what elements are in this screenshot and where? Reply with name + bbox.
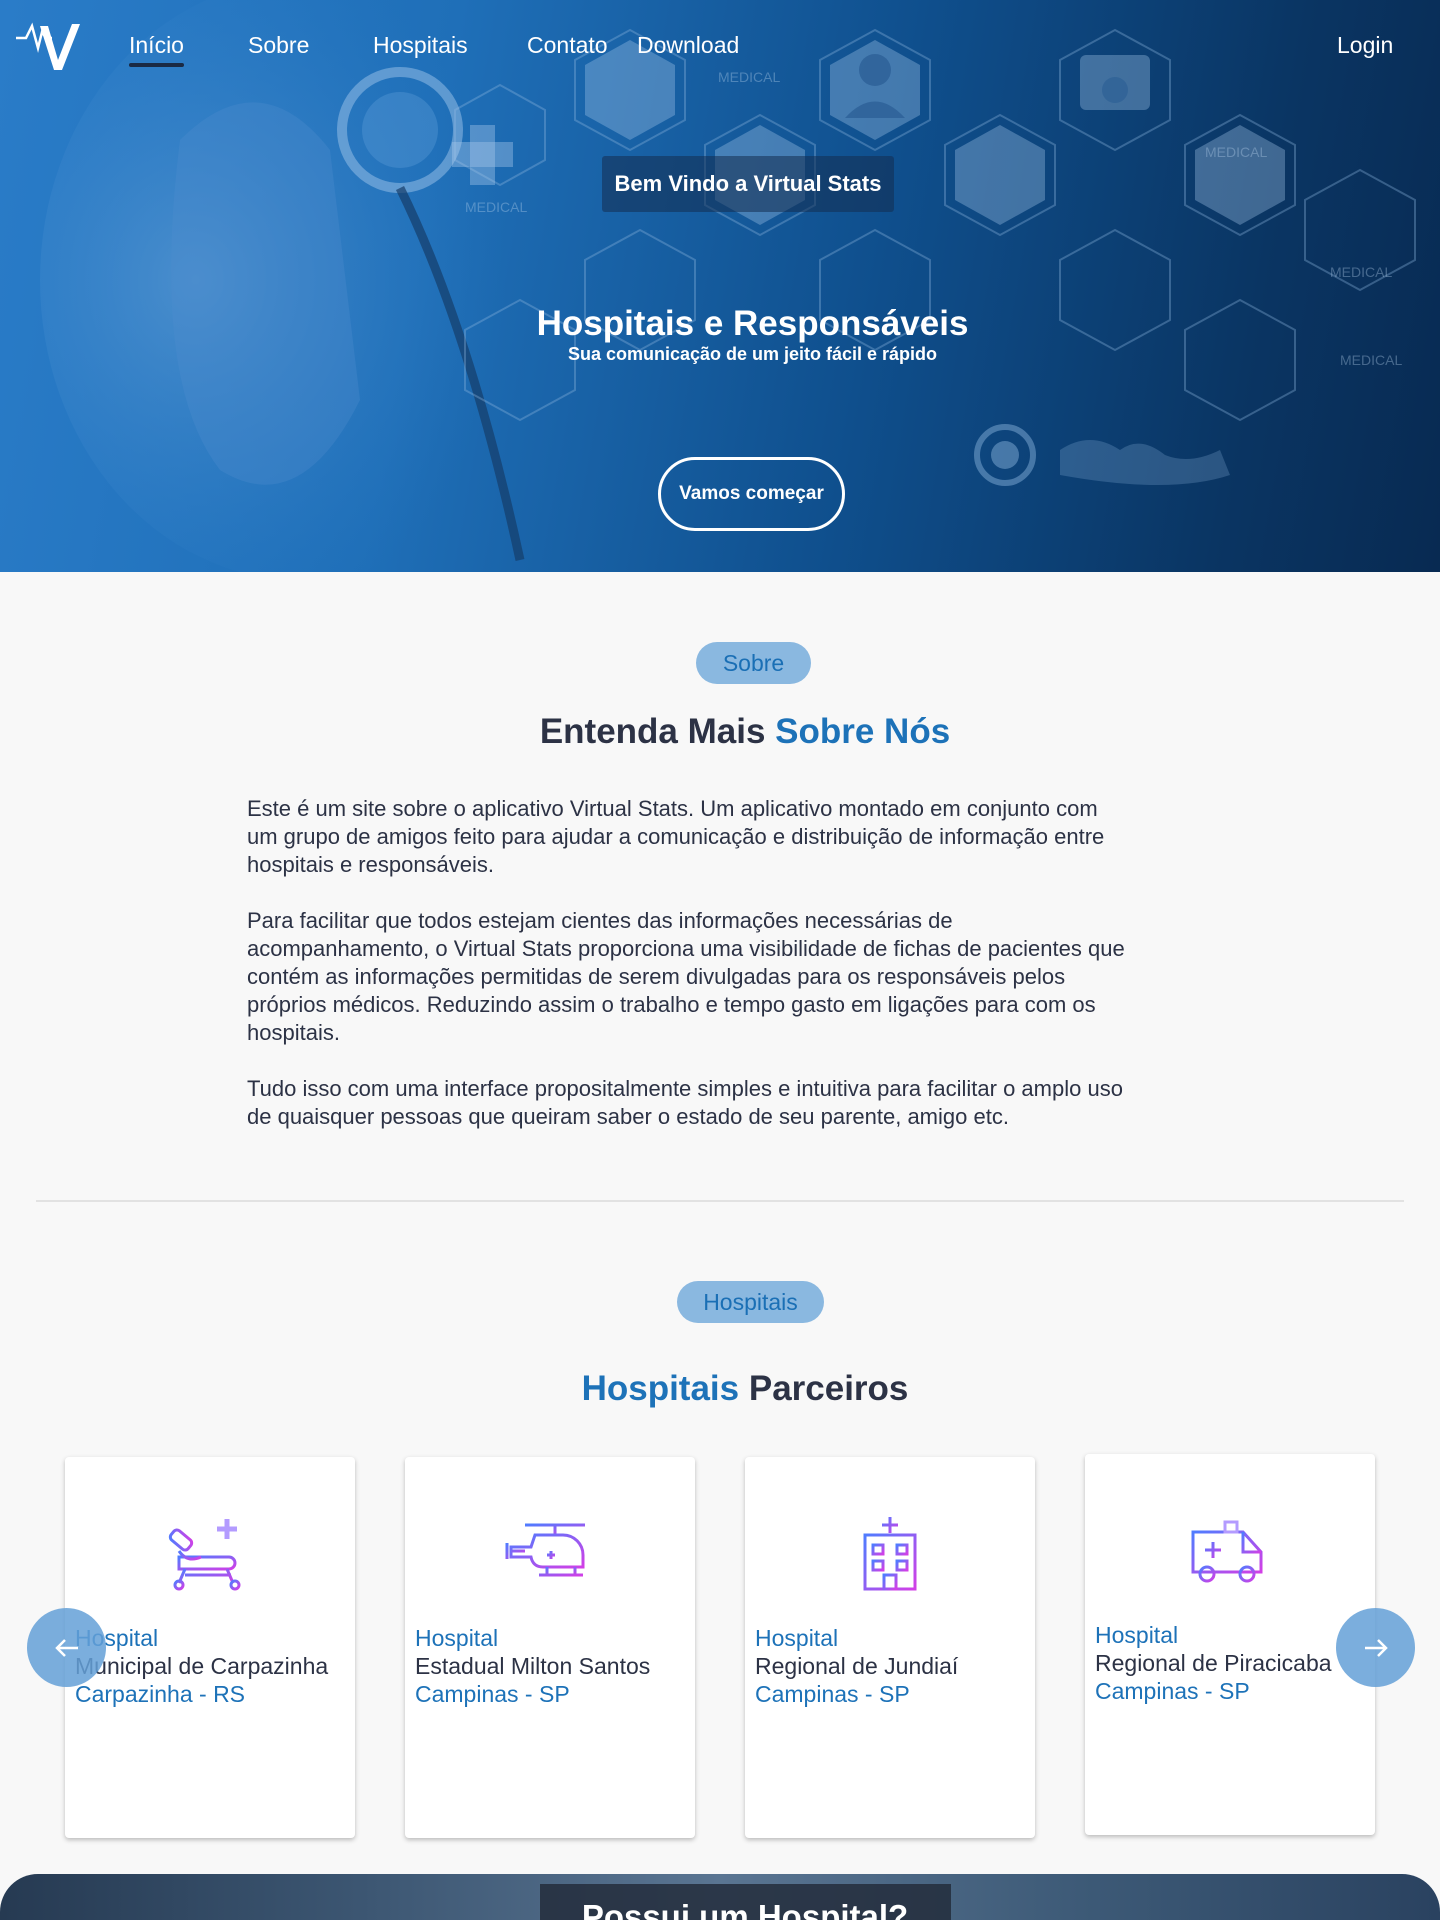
- hero-banner: MEDICAL MEDICAL MEDICAL MEDICAL MEDICAL …: [0, 0, 1440, 572]
- hospitals-title: Hospitais Parceiros: [0, 1369, 1440, 1409]
- arrow-left-icon: [54, 1638, 78, 1657]
- hospital-card[interactable]: Hospital Regional de Piracicaba Campinas…: [1085, 1454, 1375, 1835]
- svg-text:MEDICAL: MEDICAL: [465, 199, 527, 215]
- get-started-button[interactable]: Vamos começar: [658, 457, 845, 531]
- hospital-building-icon: [863, 1517, 917, 1591]
- hospital-card-location: Campinas - SP: [755, 1681, 910, 1707]
- svg-text:MEDICAL: MEDICAL: [1330, 264, 1392, 280]
- svg-text:MEDICAL: MEDICAL: [1205, 144, 1267, 160]
- about-text: Este é um site sobre o aplicativo Virtua…: [247, 795, 1127, 1159]
- hospital-card-name: Estadual Milton Santos: [415, 1653, 651, 1679]
- section-pill-sobre: Sobre: [696, 642, 811, 684]
- about-paragraph: Tudo isso com uma interface propositalme…: [247, 1076, 1123, 1129]
- hospital-card-location: Campinas - SP: [415, 1681, 570, 1707]
- section-pill-hospitais: Hospitais: [677, 1281, 824, 1323]
- nav-link-download[interactable]: Download: [637, 32, 739, 59]
- top-navbar: Início Sobre Hospitais Contato Download …: [0, 0, 1440, 92]
- nav-link-inicio[interactable]: Início: [129, 32, 184, 67]
- nav-link-hospitais[interactable]: Hospitais: [373, 32, 468, 59]
- hospital-owner-section: Possui um Hospital?: [0, 1874, 1440, 1920]
- hospital-card-label: Hospital: [415, 1625, 499, 1651]
- hospital-card-name: Regional de Jundiaí: [755, 1653, 959, 1679]
- helicopter-icon: [505, 1523, 585, 1577]
- hospital-card-name: Regional de Piracicaba: [1095, 1650, 1332, 1676]
- section-divider: [36, 1200, 1404, 1202]
- about-title-part1: Entenda Mais: [539, 712, 776, 751]
- hospital-card[interactable]: Hospital Estadual Milton Santos Campinas…: [405, 1457, 695, 1838]
- login-link[interactable]: Login: [1337, 32, 1393, 59]
- hospital-card-location: Carpazinha - RS: [75, 1681, 246, 1707]
- welcome-banner: Bem Vindo a Virtual Stats: [602, 156, 894, 212]
- about-title: Entenda Mais Sobre Nós: [0, 712, 1440, 752]
- hospital-card-location: Campinas - SP: [1095, 1678, 1250, 1704]
- about-paragraph: Este é um site sobre o aplicativo Virtua…: [247, 796, 1105, 877]
- carousel-prev-button[interactable]: [27, 1608, 106, 1687]
- virtual-stats-logo[interactable]: [14, 8, 84, 72]
- hospital-card-label: Hospital: [1095, 1622, 1179, 1648]
- hospital-card[interactable]: Hospital Regional de Jundiaí Campinas - …: [745, 1457, 1035, 1838]
- hero-title: Hospitais e Responsáveis: [536, 304, 969, 343]
- hospital-card[interactable]: Hospital Municipal de Carpazinha Carpazi…: [65, 1457, 355, 1838]
- arrow-right-icon: [1364, 1638, 1388, 1657]
- nav-link-contato[interactable]: Contato: [527, 32, 608, 59]
- hero-subtitle: Sua comunicação de um jeito fácil e rápi…: [567, 344, 938, 364]
- hospital-bed-icon: [168, 1519, 241, 1591]
- about-title-accent: Sobre Nós: [775, 712, 951, 751]
- hospitals-title-part2: Parceiros: [739, 1369, 909, 1408]
- ambulance-icon: [1191, 1520, 1263, 1583]
- about-paragraph: Para facilitar que todos estejam cientes…: [247, 908, 1125, 1045]
- hospital-card-name: Municipal de Carpazinha: [75, 1653, 329, 1679]
- hospitals-title-accent: Hospitais: [581, 1369, 740, 1408]
- hospital-card-label: Hospital: [755, 1625, 839, 1651]
- carousel-next-button[interactable]: [1336, 1608, 1415, 1687]
- nav-link-sobre[interactable]: Sobre: [248, 32, 309, 59]
- bottom-title: Possui um Hospital?: [581, 1898, 909, 1920]
